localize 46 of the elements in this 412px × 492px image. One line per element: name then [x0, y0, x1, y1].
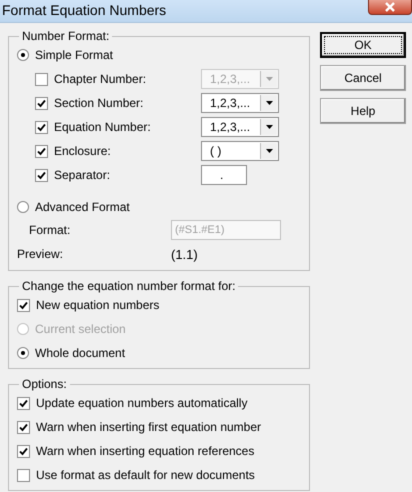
separator-field[interactable]: . — [201, 165, 247, 185]
dialog-button[interactable]: Cancel — [320, 65, 406, 91]
field-label: Format: — [29, 223, 72, 237]
option-label: Current selection — [35, 322, 126, 336]
checkbox[interactable] — [35, 168, 48, 182]
option-label: Whole document — [35, 346, 126, 360]
field-label: Enclosure: — [54, 144, 112, 158]
group-title: Options: — [21, 377, 68, 391]
checkbox[interactable] — [17, 396, 30, 410]
preview-label: Preview: — [17, 247, 64, 261]
radio-label: Advanced Format — [35, 200, 130, 214]
radio-button[interactable] — [17, 201, 29, 213]
dropdown-arrow-icon — [266, 101, 272, 105]
checkbox[interactable] — [35, 144, 48, 158]
field-label: Separator: — [54, 168, 112, 182]
preview-value: (1.1) — [171, 246, 198, 262]
checkbox[interactable] — [35, 120, 48, 134]
radio-button[interactable] — [17, 347, 29, 359]
dropdown[interactable]: 1,2,3,... — [201, 117, 279, 137]
dropdown-arrow-icon — [266, 149, 272, 153]
close-icon — [384, 2, 396, 12]
radio-label: Simple Format — [35, 48, 114, 62]
checkbox[interactable] — [17, 298, 30, 312]
option-label: New equation numbers — [36, 298, 160, 312]
checkbox[interactable] — [17, 444, 30, 458]
field-label: Equation Number: — [54, 120, 152, 134]
close-button[interactable] — [368, 0, 412, 15]
dialog-button[interactable]: OK — [320, 32, 406, 58]
checkbox[interactable] — [35, 96, 48, 110]
dropdown[interactable]: ( ) — [201, 141, 279, 161]
dialog-button[interactable]: Help — [320, 98, 406, 124]
option-label: Use format as default for new documents — [36, 468, 255, 482]
dropdown[interactable]: 1,2,3,... — [201, 93, 279, 113]
group-title: Change the equation number format for: — [21, 279, 236, 293]
window-title: Format Equation Numbers — [1, 1, 166, 18]
group-title: Number Format: — [21, 29, 110, 43]
dropdown-arrow-icon — [266, 125, 272, 129]
field-label: Chapter Number: — [54, 72, 148, 86]
checkbox[interactable] — [17, 420, 30, 434]
option-label: Warn when inserting first equation number — [36, 420, 261, 434]
option-label: Warn when inserting equation references — [36, 444, 254, 458]
dropdown-arrow-icon — [266, 77, 272, 81]
field-label: Section Number: — [54, 96, 144, 110]
option-label: Update equation numbers automatically — [36, 396, 248, 410]
checkbox[interactable] — [17, 468, 30, 482]
radio-button[interactable] — [17, 49, 29, 61]
